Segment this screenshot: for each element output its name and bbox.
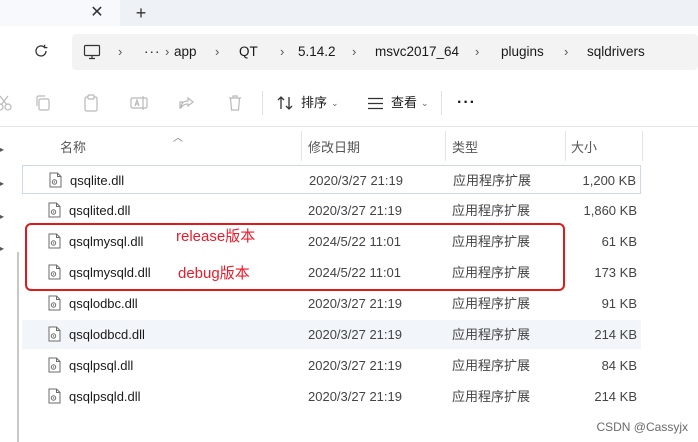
annotation-highlight-box	[25, 223, 565, 291]
dll-file-icon	[48, 357, 61, 373]
expand-arrow-icon[interactable]: ▸	[0, 212, 8, 222]
file-type: 应用程序扩展	[452, 296, 531, 311]
toolbar-divider	[262, 91, 263, 115]
file-row[interactable]: qsqlited.dll 2020/3/27 21:19 应用程序扩展 1,860 K…	[22, 196, 641, 225]
tab-strip: ✕ +	[0, 0, 698, 26]
share-icon[interactable]	[177, 93, 197, 113]
file-type: 应用程序扩展	[452, 203, 531, 218]
view-label: 查看	[391, 95, 418, 110]
file-size: 1,200 KB	[582, 173, 637, 188]
file-row[interactable]: qsqlite.dll 2020/3/27 21:19 应用程序扩展 1,200 KB	[22, 165, 641, 194]
rename-icon[interactable]	[129, 93, 149, 113]
file-name: qsqlodbc.dll	[69, 296, 138, 311]
file-size: 61 KB	[601, 234, 637, 249]
breadcrumb-overflow[interactable]: ···	[144, 34, 161, 70]
file-date: 2020/3/27 21:19	[308, 203, 402, 218]
watermark: CSDN @Cassyjx	[596, 420, 688, 434]
file-name: qsqlited.dll	[69, 203, 131, 218]
file-name: qsqlpsqld.dll	[69, 389, 141, 404]
breadcrumb-sqldrivers[interactable]: sqldrivers	[587, 34, 645, 70]
paste-icon[interactable]	[81, 93, 101, 113]
file-size: 173 KB	[594, 265, 637, 280]
dll-file-icon	[48, 388, 61, 404]
annotation-debug: debug版本	[178, 265, 250, 282]
column-divider[interactable]	[445, 131, 446, 161]
expand-arrow-icon[interactable]: ▸	[0, 145, 8, 155]
chevron-right-icon: ›	[475, 44, 480, 59]
breadcrumb-qt[interactable]: QT	[239, 34, 258, 70]
file-size: 91 KB	[601, 296, 637, 311]
column-divider[interactable]	[565, 131, 566, 161]
file-date: 2020/3/27 21:19	[308, 327, 402, 342]
file-row[interactable]: qsqlodbcd.dll 2020/3/27 21:19 应用程序扩展 214 KB	[22, 320, 641, 349]
sort-icon	[277, 96, 293, 110]
chevron-right-icon: ›	[564, 44, 569, 59]
dll-file-icon	[49, 172, 62, 188]
breadcrumb-plugins[interactable]: plugins	[501, 34, 544, 70]
chevron-right-icon: ›	[352, 44, 357, 59]
file-type: 应用程序扩展	[452, 358, 531, 373]
dll-file-icon	[48, 295, 61, 311]
file-date: 2020/3/27 21:19	[309, 173, 403, 188]
file-name: qsqlpsql.dll	[69, 358, 134, 373]
breadcrumb-app[interactable]: app	[174, 34, 197, 70]
file-row[interactable]: qsqlodbc.dll 2020/3/27 21:19 应用程序扩展 91 KB	[22, 289, 641, 318]
file-name: qsqlodbcd.dll	[69, 327, 145, 342]
address-bar[interactable]: › ··· › app › QT › 5.14.2 › msvc2017_64 …	[72, 34, 698, 70]
file-type: 应用程序扩展	[453, 173, 532, 188]
breadcrumb-msvc[interactable]: msvc2017_64	[375, 34, 459, 70]
close-tab-icon[interactable]: ✕	[88, 4, 106, 22]
cut-icon[interactable]	[0, 93, 14, 113]
file-date: 2020/3/27 21:19	[308, 389, 402, 404]
command-bar: 排序 ⌄ 查看 ⌄ ···	[0, 80, 698, 127]
view-button[interactable]: 查看 ⌄	[367, 90, 433, 116]
dll-file-icon	[48, 202, 61, 218]
chevron-right-icon: ›	[118, 44, 123, 59]
file-date: 2020/3/27 21:19	[308, 358, 402, 373]
view-icon	[368, 97, 383, 110]
column-divider[interactable]	[642, 131, 643, 161]
file-size: 84 KB	[601, 358, 637, 373]
delete-icon[interactable]	[225, 93, 245, 113]
expand-arrow-icon[interactable]: ▸	[0, 179, 8, 189]
file-size: 214 KB	[594, 327, 637, 342]
file-type: 应用程序扩展	[452, 389, 531, 404]
navigation-pane-scrollbar[interactable]	[17, 252, 19, 442]
dll-file-icon	[48, 326, 61, 342]
this-pc-icon	[83, 44, 101, 60]
file-row[interactable]: qsqlpsql.dll 2020/3/27 21:19 应用程序扩展 84 KB	[22, 351, 641, 380]
chevron-right-icon: ›	[280, 44, 285, 59]
breadcrumb-version[interactable]: 5.14.2	[298, 34, 336, 70]
chevron-down-icon: ⌄	[421, 98, 429, 108]
active-tab[interactable]: ✕	[0, 0, 120, 26]
navigation-pane: ▸ ▸ ▸ ▸	[0, 127, 22, 442]
refresh-icon[interactable]	[31, 41, 51, 61]
sort-button[interactable]: 排序 ⌄	[276, 90, 342, 116]
file-size: 214 KB	[594, 389, 637, 404]
chevron-right-icon: ›	[165, 44, 170, 59]
file-name: qsqlite.dll	[70, 173, 125, 188]
expand-arrow-icon[interactable]: ▸	[0, 244, 8, 254]
sort-ascending-icon: ︿	[173, 133, 183, 144]
copy-icon[interactable]	[33, 93, 53, 113]
annotation-release: release版本	[176, 228, 256, 245]
more-options-button[interactable]: ···	[457, 90, 476, 116]
new-tab-icon[interactable]: +	[131, 3, 151, 23]
file-size: 1,860 KB	[583, 203, 638, 218]
sort-label: 排序	[301, 95, 328, 110]
column-header-size[interactable]: 大小	[571, 137, 597, 159]
chevron-right-icon: ›	[215, 44, 220, 59]
toolbar-divider	[441, 91, 442, 115]
chevron-down-icon: ⌄	[331, 98, 339, 108]
column-header-type[interactable]: 类型	[452, 137, 478, 159]
column-header-date[interactable]: 修改日期	[308, 137, 360, 159]
address-bar-area: › ··· › app › QT › 5.14.2 › msvc2017_64 …	[0, 26, 698, 78]
file-date: 2020/3/27 21:19	[308, 296, 402, 311]
file-type: 应用程序扩展	[452, 327, 531, 342]
file-row[interactable]: qsqlpsqld.dll 2020/3/27 21:19 应用程序扩展 214 KB	[22, 382, 641, 411]
column-divider[interactable]	[301, 131, 302, 161]
column-header-name[interactable]: 名称	[60, 137, 86, 159]
